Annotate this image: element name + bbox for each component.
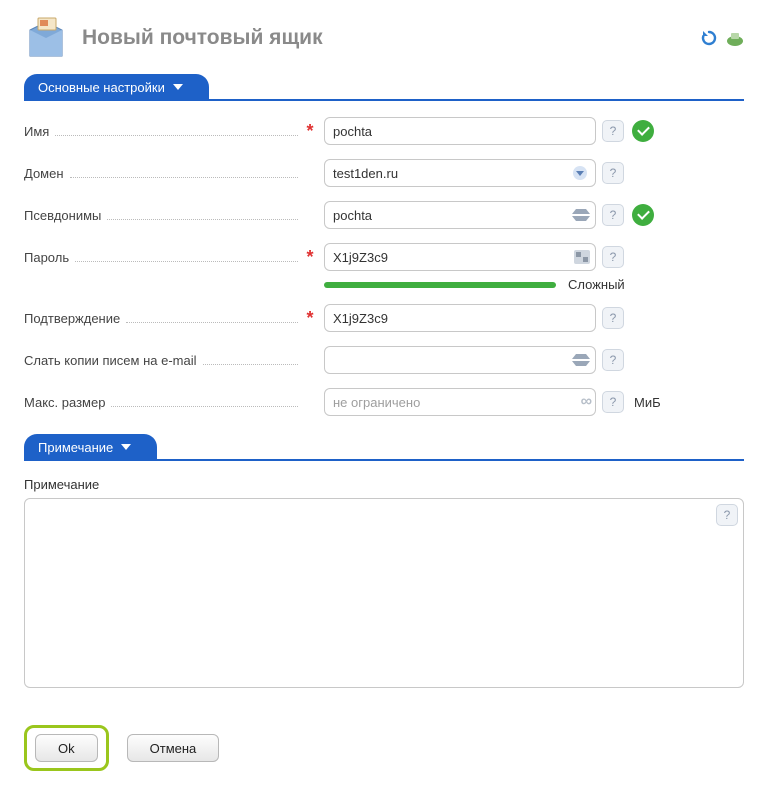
- label-password: Пароль: [24, 250, 69, 265]
- cancel-button[interactable]: Отмена: [127, 734, 220, 762]
- help-icon[interactable]: ?: [602, 120, 624, 142]
- help-icon[interactable]: ?: [602, 307, 624, 329]
- strength-bar: [324, 282, 556, 288]
- required-mark: *: [304, 247, 316, 268]
- row-password: Пароль * ?: [24, 243, 744, 271]
- copies-input[interactable]: [324, 346, 596, 374]
- section-tab-main[interactable]: Основные настройки: [24, 74, 209, 100]
- label-aliases: Псевдонимы: [24, 208, 101, 223]
- label-note: Примечание: [24, 477, 744, 492]
- ok-highlight: Ok: [24, 725, 109, 771]
- confirm-input[interactable]: [324, 304, 596, 332]
- mailbox-icon: [24, 16, 68, 60]
- domain-value: test1den.ru: [333, 166, 398, 181]
- label-name: Имя: [24, 124, 49, 139]
- label-maxsize: Макс. размер: [24, 395, 105, 410]
- label-copies: Слать копии писем на e-mail: [24, 353, 197, 368]
- label-domain: Домен: [24, 166, 64, 181]
- maxsize-input[interactable]: [324, 388, 596, 416]
- ok-button[interactable]: Ok: [35, 734, 98, 762]
- section-tab-label: Основные настройки: [38, 80, 165, 95]
- domain-select[interactable]: test1den.ru: [324, 159, 596, 187]
- infinity-icon[interactable]: ∞: [581, 393, 590, 411]
- label-confirm: Подтверждение: [24, 311, 120, 326]
- name-input[interactable]: [324, 117, 596, 145]
- row-copies: Слать копии писем на e-mail ?: [24, 346, 744, 374]
- row-domain: Домен test1den.ru ?: [24, 159, 744, 187]
- required-mark: *: [304, 308, 316, 329]
- help-icon[interactable]: ?: [602, 246, 624, 268]
- row-name: Имя * ?: [24, 117, 744, 145]
- chevron-down-icon: [121, 444, 131, 450]
- help-icon[interactable]: ?: [602, 162, 624, 184]
- stepper-icon[interactable]: [572, 203, 590, 227]
- reload-icon[interactable]: [700, 29, 718, 47]
- row-maxsize: Макс. размер ∞ ? МиБ: [24, 388, 744, 416]
- generate-password-icon[interactable]: [574, 250, 590, 264]
- page-header: Новый почтовый ящик: [24, 16, 744, 60]
- section-main-settings: Основные настройки Имя * ? Домен test1de…: [24, 74, 744, 416]
- help-icon[interactable]: ?: [602, 349, 624, 371]
- password-strength: Сложный: [24, 277, 744, 292]
- maxsize-unit: МиБ: [634, 395, 661, 410]
- footer-actions: Ok Отмена: [24, 725, 744, 771]
- stepper-icon[interactable]: [572, 348, 590, 372]
- valid-icon: [632, 120, 654, 142]
- section-tab-label: Примечание: [38, 440, 113, 455]
- row-confirm: Подтверждение * ?: [24, 304, 744, 332]
- aliases-input[interactable]: [324, 201, 596, 229]
- settings-icon[interactable]: [726, 29, 744, 47]
- chevron-down-icon: [573, 166, 587, 180]
- help-icon[interactable]: ?: [602, 204, 624, 226]
- section-tab-note[interactable]: Примечание: [24, 434, 157, 460]
- chevron-down-icon: [173, 84, 183, 90]
- password-input[interactable]: [324, 243, 596, 271]
- section-note: Примечание Примечание ?: [24, 434, 744, 691]
- help-icon[interactable]: ?: [716, 504, 738, 526]
- page-title: Новый почтовый ящик: [82, 26, 700, 50]
- note-textarea[interactable]: [24, 498, 744, 688]
- help-icon[interactable]: ?: [602, 391, 624, 413]
- required-mark: *: [304, 121, 316, 142]
- valid-icon: [632, 204, 654, 226]
- row-aliases: Псевдонимы ?: [24, 201, 744, 229]
- strength-label: Сложный: [568, 277, 625, 292]
